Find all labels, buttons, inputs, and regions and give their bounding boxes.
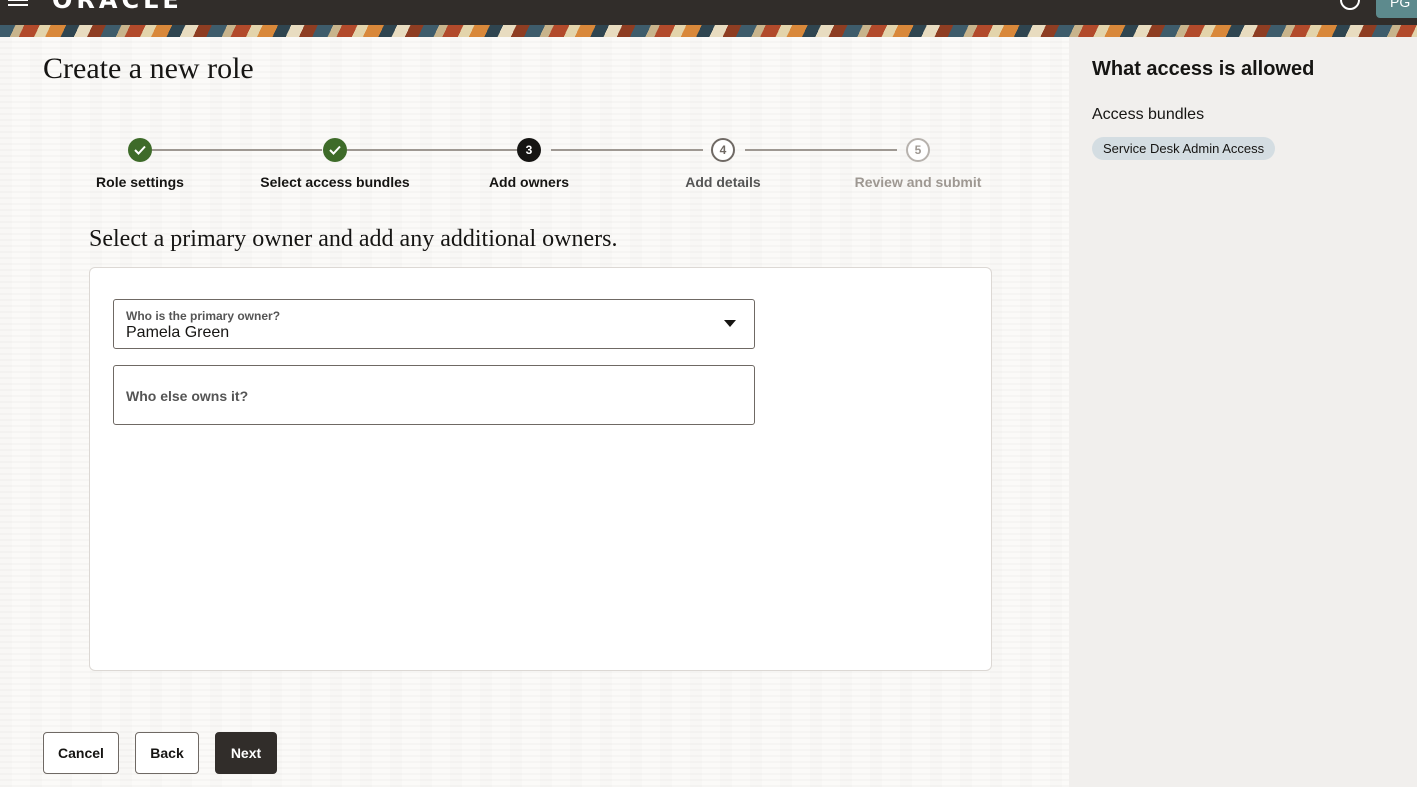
step-label: Add owners — [488, 174, 570, 190]
access-bundle-chip: Service Desk Admin Access — [1092, 137, 1276, 160]
step-label: Review and submit — [854, 174, 982, 190]
other-owners-input[interactable]: Who else owns it? — [113, 365, 755, 425]
primary-owner-select[interactable]: Who is the primary owner? Pamela Green — [113, 299, 755, 349]
step-label: Select access bundles — [260, 174, 410, 190]
access-bundles-heading: Access bundles — [1092, 106, 1205, 123]
primary-owner-label: Who is the primary owner? — [126, 309, 281, 323]
step-role-settings[interactable]: Role settings — [40, 138, 240, 190]
step-select-access-bundles[interactable]: Select access bundles — [235, 138, 435, 190]
step-review-and-submit: 5 Review and submit — [818, 138, 1018, 190]
next-button[interactable]: Next — [215, 732, 277, 774]
step-number: 4 — [711, 138, 735, 162]
cancel-button[interactable]: Cancel — [43, 732, 119, 774]
other-owners-label: Who else owns it? — [126, 388, 249, 404]
user-avatar[interactable]: PG — [1376, 0, 1417, 18]
decorative-banner — [0, 25, 1417, 37]
chevron-down-icon[interactable] — [724, 320, 736, 327]
page-title: Create a new role — [43, 52, 254, 85]
primary-owner-value: Pamela Green — [126, 324, 230, 341]
step-label: Role settings — [96, 174, 184, 190]
back-button[interactable]: Back — [135, 732, 199, 774]
checkmark-icon — [128, 138, 152, 162]
hamburger-menu-icon[interactable] — [8, 0, 30, 6]
checkmark-icon — [323, 138, 347, 162]
instruction-text: Select a primary owner and add any addit… — [89, 226, 618, 252]
top-bar: ORACLE PG — [0, 0, 1417, 25]
owners-card: Who is the primary owner? Pamela Green W… — [89, 267, 992, 671]
side-panel-title: What access is allowed — [1092, 58, 1315, 80]
step-train: Role settings Select access bundles 3 Ad… — [0, 138, 1069, 198]
step-number: 5 — [906, 138, 930, 162]
step-number: 3 — [517, 138, 541, 162]
step-add-details[interactable]: 4 Add details — [623, 138, 823, 190]
step-add-owners[interactable]: 3 Add owners — [429, 138, 629, 190]
step-label: Add details — [685, 174, 761, 190]
help-icon[interactable] — [1340, 0, 1360, 10]
oracle-logo: ORACLE — [52, 0, 183, 14]
